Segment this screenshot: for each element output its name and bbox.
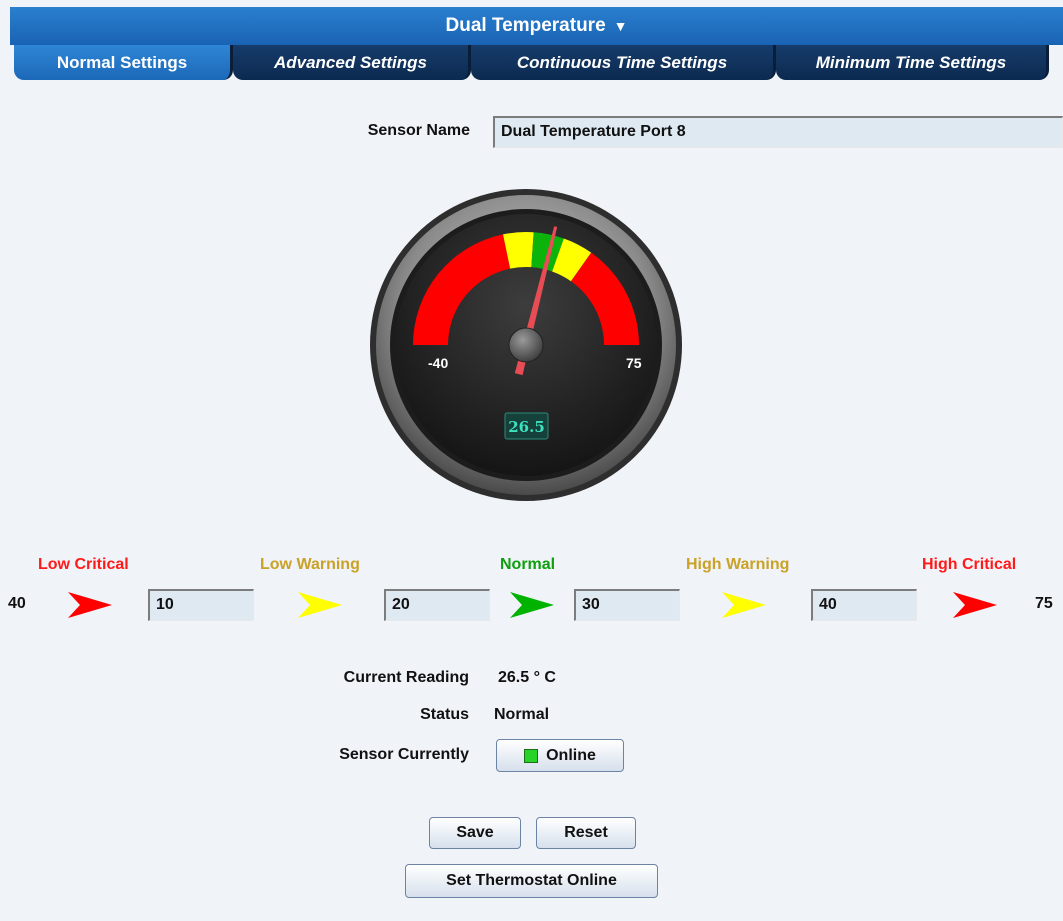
gauge-max-label: 75 bbox=[626, 355, 642, 371]
threshold-max-value: 75 bbox=[1035, 595, 1053, 612]
online-button[interactable]: Online bbox=[496, 739, 624, 772]
high-warning-label: High Warning bbox=[686, 556, 790, 573]
window-title: Dual Temperature bbox=[445, 15, 606, 36]
low-warning-input[interactable]: 20 bbox=[384, 589, 490, 621]
gauge-hub bbox=[508, 327, 544, 363]
threshold-min-value: 40 bbox=[8, 595, 26, 612]
sensor-currently-label: Sensor Currently bbox=[339, 746, 469, 763]
current-reading-label: Current Reading bbox=[343, 669, 469, 686]
low-critical-label: Low Critical bbox=[38, 556, 129, 573]
low-warning-arrow-icon bbox=[298, 592, 342, 618]
normal-arrow-icon bbox=[510, 592, 554, 618]
save-button[interactable]: Save bbox=[429, 817, 521, 849]
low-critical-arrow-icon bbox=[68, 592, 112, 618]
status-value: Normal bbox=[494, 706, 550, 723]
high-critical-arrow-icon bbox=[953, 592, 997, 618]
online-status-icon bbox=[524, 748, 539, 763]
low-warning-label: Low Warning bbox=[260, 556, 360, 573]
high-critical-label: High Critical bbox=[922, 556, 1017, 573]
sensor-name-input[interactable]: Dual Temperature Port 8 bbox=[493, 116, 1063, 148]
low-critical-input[interactable]: 10 bbox=[148, 589, 254, 621]
current-reading-value: 26.5 ° C bbox=[498, 669, 556, 686]
dropdown-arrow-icon[interactable]: ▼ bbox=[614, 18, 628, 34]
tab-normal-settings[interactable]: Normal Settings bbox=[14, 45, 233, 80]
tab-continuous-time-settings[interactable]: Continuous Time Settings bbox=[471, 45, 776, 80]
set-thermostat-online-button[interactable]: Set Thermostat Online bbox=[405, 864, 658, 898]
gauge-min-label: -40 bbox=[428, 355, 448, 371]
normal-label: Normal bbox=[500, 556, 556, 573]
high-warning-input[interactable]: 40 bbox=[811, 589, 917, 621]
high-warning-arrow-icon bbox=[722, 592, 766, 618]
reset-button[interactable]: Reset bbox=[536, 817, 636, 849]
sensor-name-label: Sensor Name bbox=[367, 122, 470, 139]
status-label: Status bbox=[420, 706, 469, 723]
temperature-gauge: -40 75 26.5 bbox=[370, 189, 682, 501]
tab-advanced-settings[interactable]: Advanced Settings bbox=[233, 45, 471, 80]
tab-bar: Normal Settings Advanced Settings Contin… bbox=[14, 45, 1049, 82]
window-title-bar[interactable]: Dual Temperature ▼ bbox=[10, 7, 1063, 45]
normal-input[interactable]: 30 bbox=[574, 589, 680, 621]
tab-minimum-time-settings[interactable]: Minimum Time Settings bbox=[776, 45, 1049, 80]
gauge-readout-value: 26.5 bbox=[508, 418, 545, 436]
